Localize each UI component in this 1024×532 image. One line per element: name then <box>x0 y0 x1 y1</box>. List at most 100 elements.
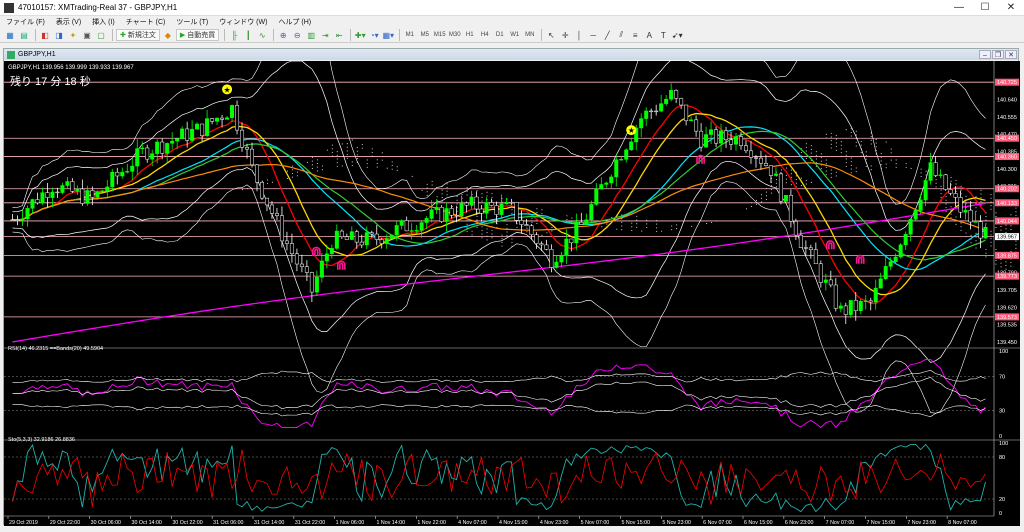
horizontal-line-icon[interactable]: ─ <box>587 29 599 41</box>
timeframe-h1[interactable]: H1 <box>463 29 476 41</box>
cloud-dot <box>396 166 398 168</box>
cloud-dot <box>800 177 802 179</box>
cloud-dot <box>476 190 478 192</box>
time-tick-label: 6 Nov 23:00 <box>785 520 814 526</box>
candle-body <box>274 213 279 216</box>
maximize-button[interactable]: ☐ <box>972 0 998 16</box>
navigator-icon[interactable]: ✦ <box>67 29 79 41</box>
timeframe-m30[interactable]: M30 <box>448 29 461 41</box>
tile-windows-icon[interactable]: ▥ <box>305 29 317 41</box>
cloud-dot <box>995 263 997 265</box>
price-tick-label: 139.450 <box>997 340 1017 346</box>
candle-body <box>145 147 150 160</box>
candlestick-icon[interactable]: ┃ <box>242 29 254 41</box>
candle-body <box>669 90 674 100</box>
close-button[interactable]: ✕ <box>998 0 1024 16</box>
cloud-dot <box>805 150 807 152</box>
timeframe-mn[interactable]: MN <box>523 29 536 41</box>
chart-plot-area[interactable]: ★★⋒⋒⋒⋒⋒ 140.725140.640140.555140.470140.… <box>4 1 1022 526</box>
fibonacci-icon[interactable]: ≡ <box>629 29 641 41</box>
data-window-icon[interactable]: ◨ <box>53 29 65 41</box>
menu-file[interactable]: ファイル (F) <box>6 17 45 27</box>
crosshair-icon[interactable]: ✛ <box>559 29 571 41</box>
new-order-button[interactable]: ✚ 新規注文 <box>116 29 160 41</box>
strategy-tester-icon[interactable]: ▢ <box>95 29 107 41</box>
indicators-icon[interactable]: ✚▾ <box>354 29 366 41</box>
auto-trading-button[interactable]: ▶ 自動売買 <box>175 29 220 41</box>
cloud-dot <box>775 179 777 181</box>
cloud-dot <box>945 196 947 198</box>
candle-body <box>823 279 828 283</box>
menu-insert[interactable]: 挿入 (I) <box>92 17 115 27</box>
minimize-button[interactable]: — <box>946 0 972 16</box>
chart-window[interactable]: GBPJPY,H1 – ❐ ✕ ★ ★ ⋒ ⋒ ⋒ ⋒ ⋒ 140.725 140.640 14… <box>3 1 1022 526</box>
timeframe-d1[interactable]: D1 <box>493 29 506 41</box>
autoscroll-icon[interactable]: ⇥ <box>319 29 331 41</box>
timeframe-m1[interactable]: M1 <box>403 29 416 41</box>
cloud-dot <box>790 173 792 175</box>
text-icon[interactable]: A <box>643 29 655 41</box>
toolbar-separator <box>350 29 352 41</box>
menu-chart[interactable]: チャート (C) <box>126 17 166 27</box>
candle-body <box>175 138 180 142</box>
price-tick-label: 139.535 <box>997 323 1017 329</box>
new-chart-icon[interactable]: ▦ <box>4 29 16 41</box>
cloud-dot <box>391 161 393 163</box>
arrows-icon[interactable]: ➹▾ <box>671 29 683 41</box>
cloud-dot <box>825 166 827 168</box>
cloud-dot <box>381 159 383 161</box>
cloud-dot <box>501 245 503 247</box>
candle-body <box>933 162 938 176</box>
timeframe-h4[interactable]: H4 <box>478 29 491 41</box>
terminal-icon[interactable]: ▣ <box>81 29 93 41</box>
cloud-dot <box>491 196 493 198</box>
menu-tools[interactable]: ツール (T) <box>176 17 208 27</box>
templates-icon[interactable]: ▦▾ <box>382 29 394 41</box>
channel-icon[interactable]: ⫽ <box>615 29 627 41</box>
cloud-dot <box>765 191 767 193</box>
menu-view[interactable]: 表示 (V) <box>56 17 81 27</box>
timeframe-w1[interactable]: W1 <box>508 29 521 41</box>
candle-body <box>110 171 115 188</box>
chart-canvas[interactable]: ★★⋒⋒⋒⋒⋒ 140.725140.640140.555140.470140.… <box>4 1 1022 526</box>
chart-shift-icon[interactable]: ⇤ <box>333 29 345 41</box>
market-watch-icon[interactable]: ◧ <box>39 29 51 41</box>
chart-restore-button[interactable]: ❐ <box>992 50 1004 59</box>
zoom-out-icon[interactable]: ⊖ <box>291 29 303 41</box>
chart-minimize-button[interactable]: – <box>979 50 991 59</box>
line-chart-icon[interactable]: ∿ <box>256 29 268 41</box>
cloud-dot <box>356 147 358 149</box>
cloud-dot <box>296 175 298 177</box>
chart-close-button[interactable]: ✕ <box>1005 50 1017 59</box>
menu-help[interactable]: ヘルプ (H) <box>278 17 311 27</box>
profiles-icon[interactable]: ▤ <box>18 29 30 41</box>
metaeditor-icon[interactable]: ◆ <box>162 29 174 41</box>
cloud-dot <box>526 227 528 229</box>
cloud-dot <box>850 161 852 163</box>
candle-body <box>404 220 409 232</box>
candle-body <box>444 208 449 222</box>
periods-icon[interactable]: ◔▾ <box>368 29 380 41</box>
candle-body <box>709 129 714 135</box>
bar-chart-icon[interactable]: ╟ <box>228 29 240 41</box>
cloud-dot <box>830 176 832 178</box>
cloud-dot <box>446 194 448 196</box>
cloud-dot <box>676 224 678 226</box>
cloud-dot <box>536 208 538 210</box>
cloud-dot <box>516 226 518 228</box>
vertical-line-icon[interactable]: │ <box>573 29 585 41</box>
timeframe-m5[interactable]: M5 <box>418 29 431 41</box>
cursor-icon[interactable]: ↖ <box>545 29 557 41</box>
menu-window[interactable]: ウィンドウ (W) <box>219 17 267 27</box>
label-icon[interactable]: T <box>657 29 669 41</box>
zoom-in-icon[interactable]: ⊕ <box>277 29 289 41</box>
cloud-dot <box>755 203 757 205</box>
candle-body <box>514 202 519 221</box>
candle-body <box>474 196 479 210</box>
time-tick-label: 29 Oct 2019 <box>9 520 38 526</box>
trendline-icon[interactable]: ╱ <box>601 29 613 41</box>
cloud-dot <box>351 161 353 163</box>
candle-body <box>694 119 699 132</box>
cloud-dot <box>990 197 992 199</box>
timeframe-m15[interactable]: M15 <box>433 29 446 41</box>
